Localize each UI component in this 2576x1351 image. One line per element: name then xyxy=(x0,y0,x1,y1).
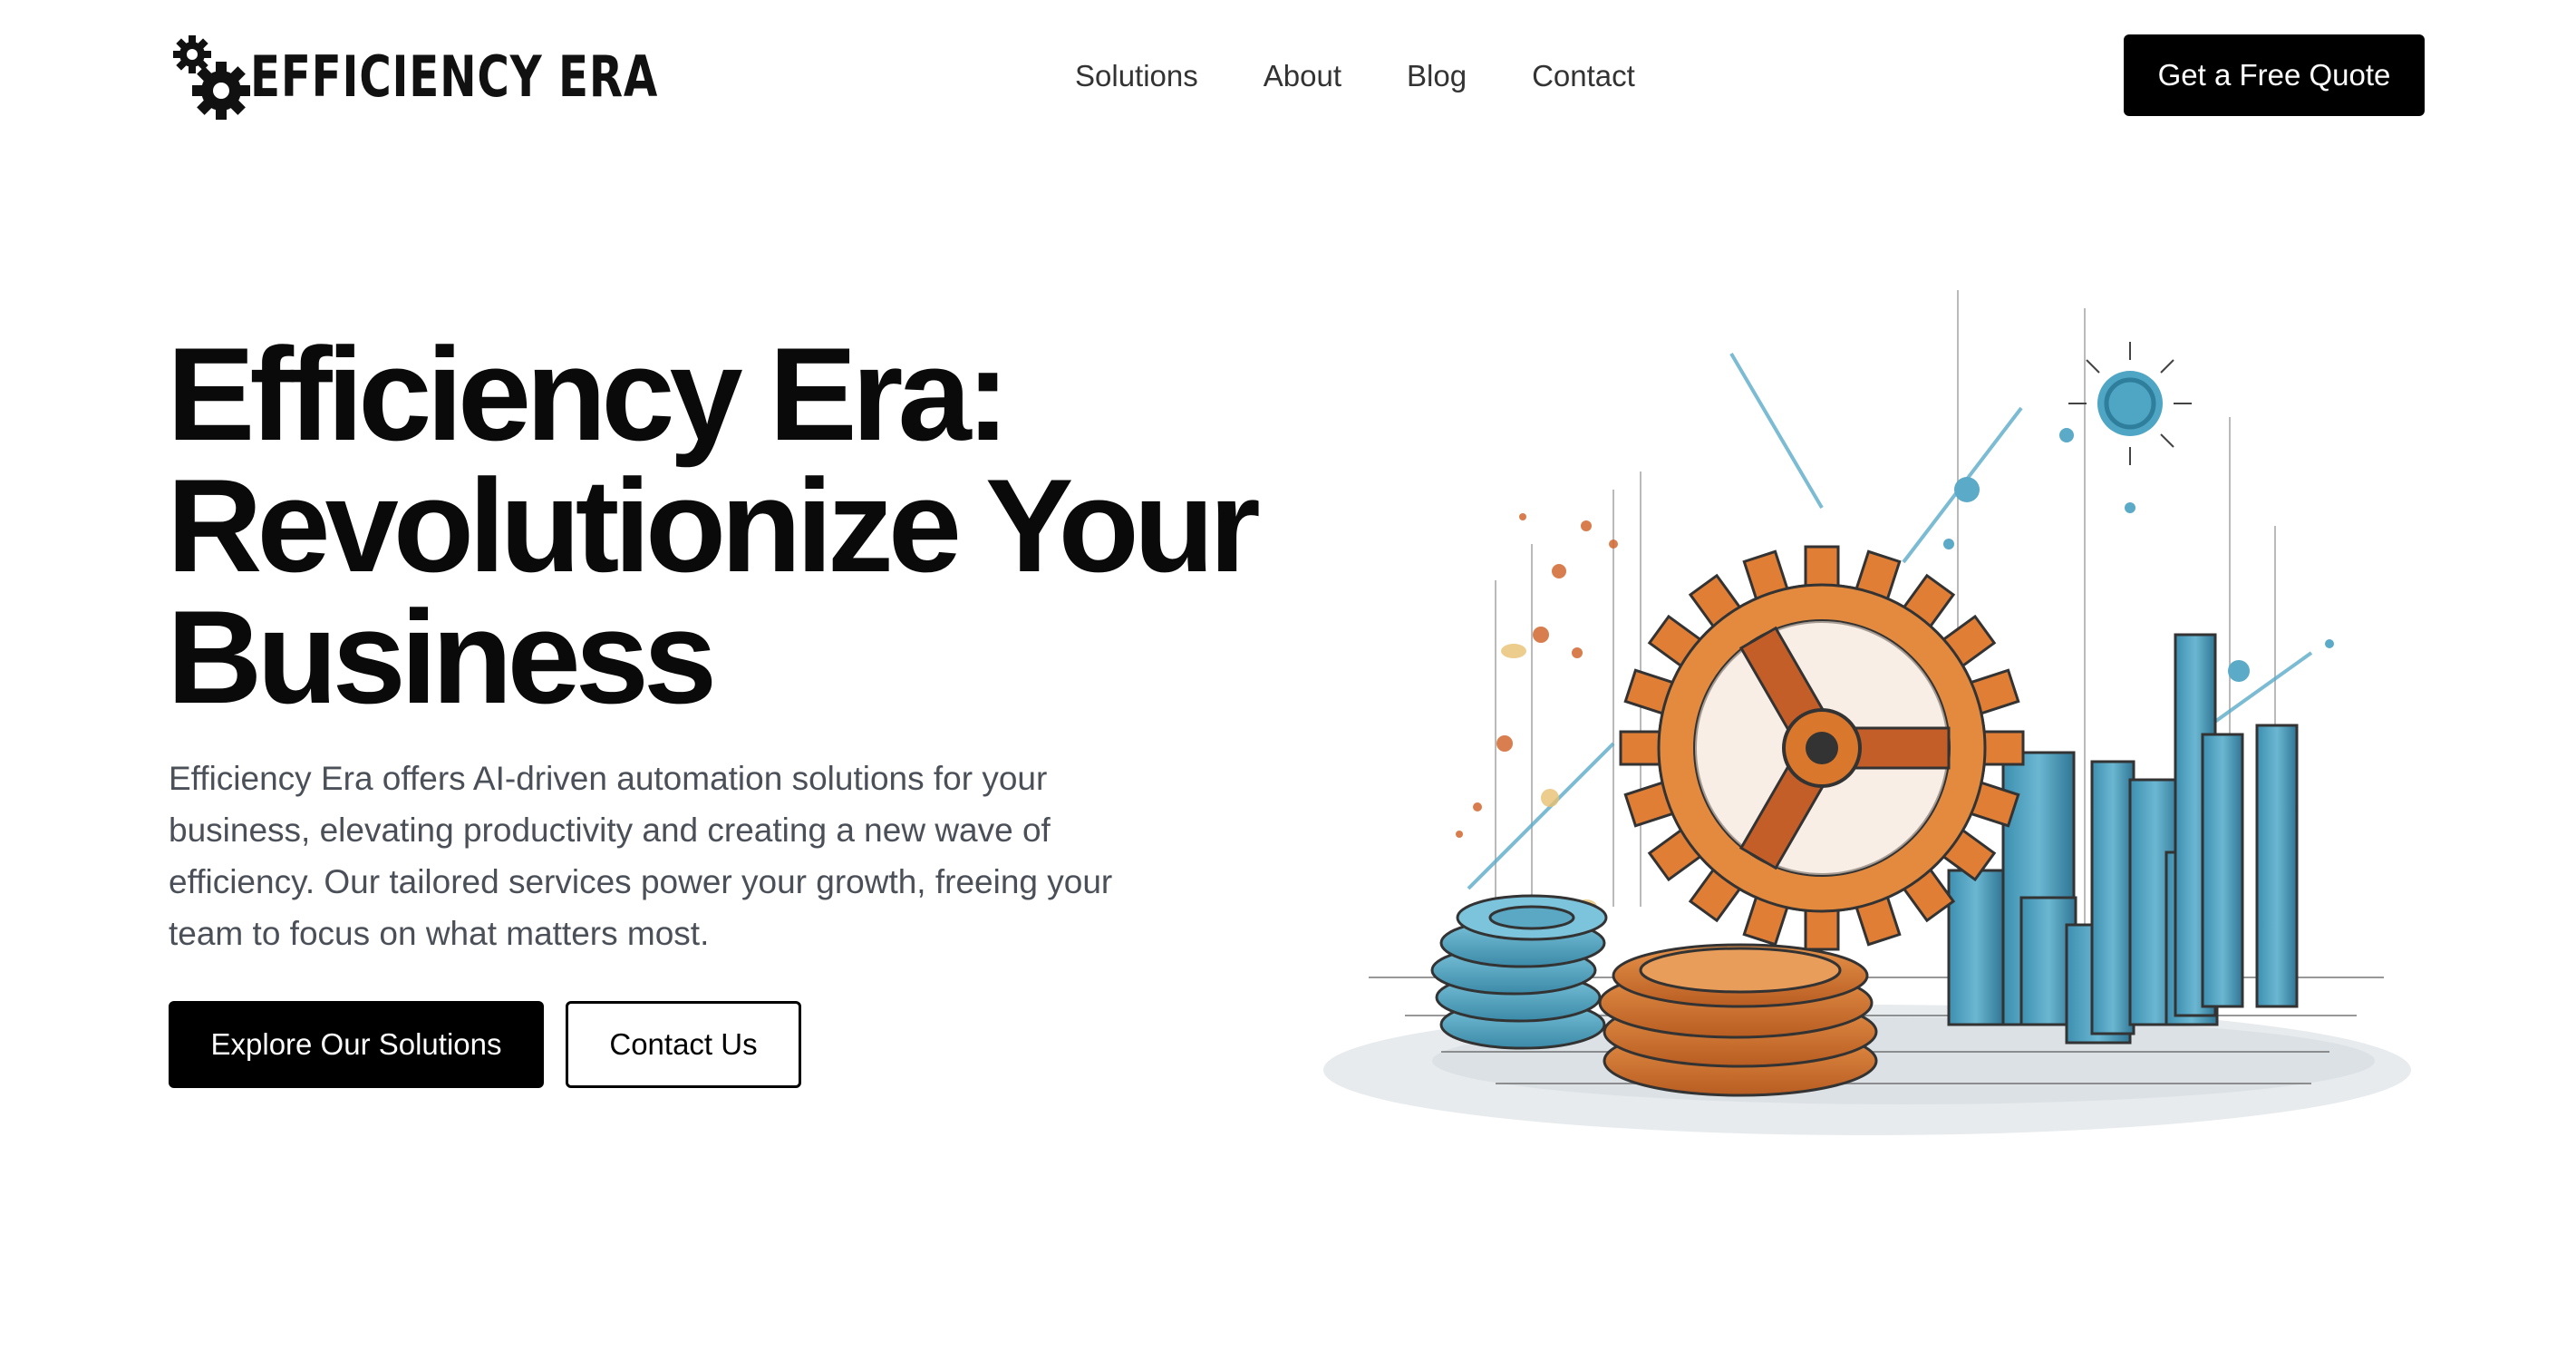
nav-item-solutions[interactable]: Solutions xyxy=(1075,59,1198,93)
gear-and-bar-chart-illustration xyxy=(1323,290,2411,1135)
hero-title: Efficiency Era: Revolutionize Your Busin… xyxy=(167,328,1345,724)
site-header: EFFICIENCY ERA Solutions About Blog Cont… xyxy=(0,0,2576,151)
teal-coin-stack xyxy=(1430,894,1608,1050)
explore-solutions-button[interactable]: Explore Our Solutions xyxy=(169,1001,544,1088)
orange-coin-stack xyxy=(1598,943,1878,1097)
hero-title-line-1: Efficiency Era: xyxy=(167,320,1010,468)
get-quote-button[interactable]: Get a Free Quote xyxy=(2124,34,2425,116)
hero-description: Efficiency Era offers AI-driven automati… xyxy=(169,760,1113,952)
page: EFFICIENCY ERA Solutions About Blog Cont… xyxy=(0,0,2576,1351)
hero-title-line-3: Business xyxy=(167,583,717,731)
sun-target xyxy=(2068,342,2192,465)
brand-logo[interactable]: EFFICIENCY ERA xyxy=(169,31,773,121)
gears-icon xyxy=(173,35,250,120)
contact-us-button[interactable]: Contact Us xyxy=(566,1001,801,1088)
logo-wordmark: EFFICIENCY ERA xyxy=(250,43,659,110)
main-nav: Solutions About Blog Contact xyxy=(1075,51,1635,102)
nav-item-contact[interactable]: Contact xyxy=(1532,59,1635,93)
nav-item-blog[interactable]: Blog xyxy=(1407,59,1467,93)
hero-title-line-2: Revolutionize Your xyxy=(167,452,1261,599)
nav-item-about[interactable]: About xyxy=(1264,59,1341,93)
